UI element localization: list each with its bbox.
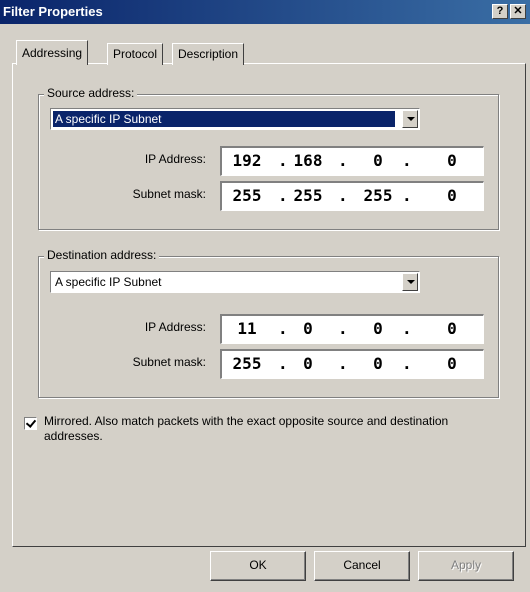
- ip-dot: .: [402, 354, 412, 373]
- ip-dot: .: [278, 354, 288, 373]
- ok-button-label: OK: [249, 558, 267, 572]
- window-title: Filter Properties: [3, 4, 103, 19]
- source-type-select[interactable]: A specific IP Subnet: [50, 108, 420, 130]
- destination-mask-field[interactable]: 255 . 0 . 0 . 0: [220, 349, 484, 379]
- apply-button-label: Apply: [450, 558, 482, 572]
- ip-octet: 168: [293, 151, 323, 170]
- chevron-down-icon[interactable]: [402, 273, 418, 291]
- ip-octet: 0: [373, 354, 383, 373]
- help-icon[interactable]: ?: [492, 4, 508, 19]
- ip-dot: .: [402, 186, 412, 205]
- mirrored-checkbox[interactable]: [24, 417, 37, 430]
- filter-properties-dialog: Filter Properties ? ✕ Addressing Protoco…: [0, 0, 530, 592]
- tab-protocol[interactable]: Protocol: [107, 43, 164, 65]
- chevron-down-icon[interactable]: [402, 110, 418, 128]
- destination-address-label: Destination address:: [44, 248, 160, 262]
- ip-octet: 192: [232, 151, 262, 170]
- cancel-button-label: Cancel: [343, 558, 381, 572]
- source-ip-field[interactable]: 192 . 168 . 0 . 0: [220, 146, 484, 176]
- source-mask-label: Subnet mask:: [132, 187, 206, 201]
- destination-type-value: A specific IP Subnet: [55, 275, 162, 289]
- ip-dot: .: [278, 319, 288, 338]
- ok-button[interactable]: OK: [210, 551, 306, 581]
- ip-octet: 0: [447, 151, 457, 170]
- source-type-value: A specific IP Subnet: [53, 111, 395, 127]
- ip-dot: .: [402, 319, 412, 338]
- ip-octet: 255: [232, 186, 262, 205]
- ip-dot: .: [338, 186, 348, 205]
- ip-octet: 0: [303, 319, 313, 338]
- tab-description[interactable]: Description: [172, 43, 245, 65]
- ip-octet: 255: [293, 186, 323, 205]
- ip-dot: .: [402, 151, 412, 170]
- ip-dot: .: [338, 319, 348, 338]
- destination-ip-label: IP Address:: [144, 320, 206, 334]
- destination-type-select[interactable]: A specific IP Subnet: [50, 271, 420, 293]
- ip-octet: 0: [447, 186, 457, 205]
- ip-octet: 0: [447, 354, 457, 373]
- source-mask-field[interactable]: 255 . 255 . 255 . 0: [220, 181, 484, 211]
- source-ip-label: IP Address:: [144, 152, 206, 166]
- ip-dot: .: [278, 151, 288, 170]
- ip-dot: .: [278, 186, 288, 205]
- ip-octet: 11: [237, 319, 257, 338]
- ip-octet: 0: [373, 151, 383, 170]
- title-bar[interactable]: Filter Properties ? ✕: [0, 0, 530, 24]
- ip-octet: 0: [447, 319, 457, 338]
- source-address-label: Source address:: [44, 86, 138, 100]
- ip-octet: 255: [363, 186, 393, 205]
- ip-octet: 255: [232, 354, 262, 373]
- ip-dot: .: [338, 151, 348, 170]
- apply-button[interactable]: Apply: [418, 551, 514, 581]
- mirrored-label[interactable]: Mirrored. Also match packets with the ex…: [44, 414, 484, 444]
- ip-octet: 0: [303, 354, 313, 373]
- cancel-button[interactable]: Cancel: [314, 551, 410, 581]
- destination-ip-field[interactable]: 11 . 0 . 0 . 0: [220, 314, 484, 344]
- ip-octet: 0: [373, 319, 383, 338]
- destination-mask-label: Subnet mask:: [132, 355, 206, 369]
- tab-addressing[interactable]: Addressing: [16, 40, 89, 65]
- ip-dot: .: [338, 354, 348, 373]
- close-icon[interactable]: ✕: [510, 4, 526, 19]
